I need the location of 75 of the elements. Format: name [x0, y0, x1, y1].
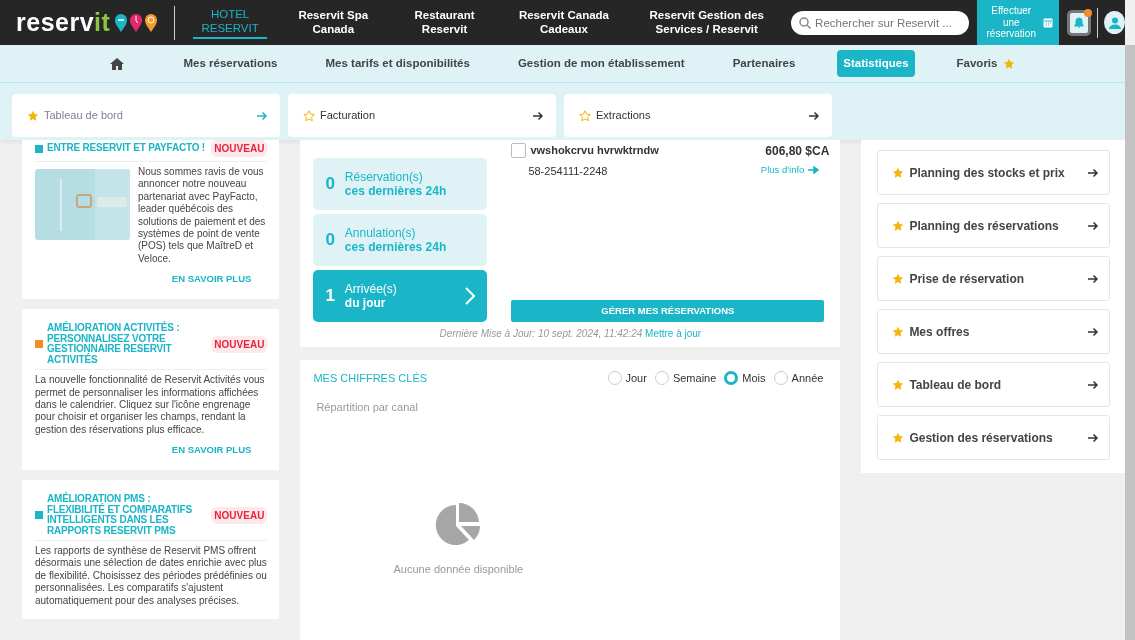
site-tab[interactable]: Reservit Spa Canada: [282, 0, 384, 45]
search-field[interactable]: Rechercher sur Reservit ...: [791, 10, 970, 35]
bell-icon: [1074, 17, 1085, 28]
notification-button[interactable]: [1067, 9, 1092, 36]
menu-item[interactable]: Favoris: [950, 49, 1022, 78]
radio-label: Mois: [742, 371, 766, 386]
radio-label: Année: [791, 371, 824, 386]
star-icon: [892, 325, 905, 338]
site-tab[interactable]: Reservit Gestion des Services / Reservit: [638, 0, 776, 45]
star-icon: [1003, 57, 1016, 70]
last-update-text: Dernière Mise à Jour: 10 sept. 2024, 11:42:24 Mettre à jour: [438, 327, 703, 341]
radio-button[interactable]: [724, 371, 739, 386]
chart-title: Répartition par canal: [316, 399, 419, 415]
star-icon: [27, 109, 39, 122]
radio-label: Semaine: [672, 371, 717, 386]
radio-button[interactable]: [607, 371, 622, 386]
menu-item[interactable]: Gestion de mon établissement: [511, 49, 691, 78]
arrow-right-icon: [532, 110, 544, 121]
empty-state-text: Aucune donnée disponible: [393, 562, 524, 577]
arrow-right-icon: [1087, 432, 1099, 443]
arrow-right-icon: [1087, 326, 1099, 337]
radio-button[interactable]: [773, 371, 788, 386]
guest-name: vwshokcrvu hvrwktrndw: [530, 143, 659, 158]
shortcut-link[interactable]: Tableau de bord: [877, 362, 1110, 407]
news-title: AMÉLIORATION ACTIVITÉS : PERSONNALISEZ VOTRE GESTIONNAIRE RESERVIT ACTIVITÉS: [47, 323, 181, 366]
new-badge: NOUVEAU: [211, 506, 268, 524]
arrow-right-icon: [1087, 379, 1099, 390]
site-tab[interactable]: HOTEL RESERVIT: [193, 5, 267, 40]
logo-text: reservit: [16, 10, 111, 35]
menu-item[interactable]: Mes tarifs et disponibilités: [319, 49, 476, 78]
checkbox[interactable]: [511, 142, 527, 158]
star-icon: [892, 272, 905, 285]
site-tab[interactable]: Restaurant Reservit: [399, 0, 490, 45]
shortcut-link[interactable]: Prise de réservation: [877, 256, 1110, 301]
news-text: Nous sommes ravis de vous annoncer notre nouveau partenariat avec PayFacto, leader québécois des solutions de paiement et des systèmes de point de vente (POS) tels que MaîtreD et Veloce.: [138, 166, 267, 266]
menu-item[interactable]: Partenaires: [726, 49, 802, 78]
user-icon: [1108, 16, 1121, 29]
news-text: La nouvelle fonctionnalité de Reservit Activités vous permet de personnaliser les informations affichées dans le calendrier. Cliquez sur l'icône engrenage pour choisir et organiser les champs, rendant la gestion des réservations plus efficace.: [35, 374, 266, 437]
menu-item[interactable]: Mes réservations: [177, 49, 284, 78]
chevron-right-icon: [465, 287, 476, 305]
star-icon: [892, 431, 905, 444]
new-badge: NOUVEAU: [211, 335, 268, 353]
arrow-right-icon: [1087, 167, 1099, 178]
account-button[interactable]: [1104, 11, 1125, 34]
star-icon: [892, 166, 905, 179]
shortcut-link[interactable]: Planning des réservations: [877, 203, 1110, 248]
pie-chart-icon: [435, 503, 482, 547]
shortcut-link[interactable]: Planning des stocks et prix: [877, 150, 1110, 195]
star-icon: [892, 378, 905, 391]
booking-amount: 606,80 $CA: [764, 143, 830, 160]
booking-reference: 58-254111-2248: [528, 163, 609, 179]
arrow-right-icon: [808, 110, 820, 121]
shortcut-link[interactable]: Gestion des réservations: [877, 415, 1110, 460]
arrow-right-icon: [1087, 220, 1099, 231]
star-icon: [892, 219, 905, 232]
radio-label: Jour: [625, 371, 647, 386]
favorite-link[interactable]: Extractions: [564, 94, 832, 137]
news-title: ENTRE RESERVIT ET PAYFACTO !: [47, 143, 206, 154]
section-title: MES CHIFFRES CLÉS: [313, 371, 428, 386]
arrow-right-icon: [256, 110, 268, 121]
arrow-right-icon: [808, 166, 820, 175]
favorite-link[interactable]: Facturation: [288, 94, 556, 137]
favorite-link[interactable]: Tableau de bord: [12, 94, 280, 137]
home-icon: [109, 57, 124, 70]
site-tab[interactable]: Reservit Canada Cadeaux: [505, 0, 623, 45]
star-outline-icon: [579, 109, 591, 122]
arrow-right-icon: [1087, 273, 1099, 284]
shortcut-link[interactable]: Mes offres: [877, 309, 1110, 354]
star-outline-icon: [303, 109, 315, 122]
radio-button[interactable]: [654, 371, 669, 386]
calendar-icon: [1043, 17, 1054, 28]
new-badge: NOUVEAU: [211, 140, 268, 157]
news-title: AMÉLIORATION PMS : FLEXIBILITÉ ET COMPARATIFS INTELLIGENTS DANS LES RAPPORTS RESERVIT PMS: [47, 494, 193, 537]
news-text: Les rapports de synthèse de Reservit PMS offrent désormais une sélection de dates enrichie avec plus de flexibilité. Choisissez des périodes prédéfinies ou personnalisées. Les comparatifs s'ajustent automatiquement pour des analyses précises.: [35, 545, 268, 608]
location-pins-icon: [114, 12, 159, 33]
